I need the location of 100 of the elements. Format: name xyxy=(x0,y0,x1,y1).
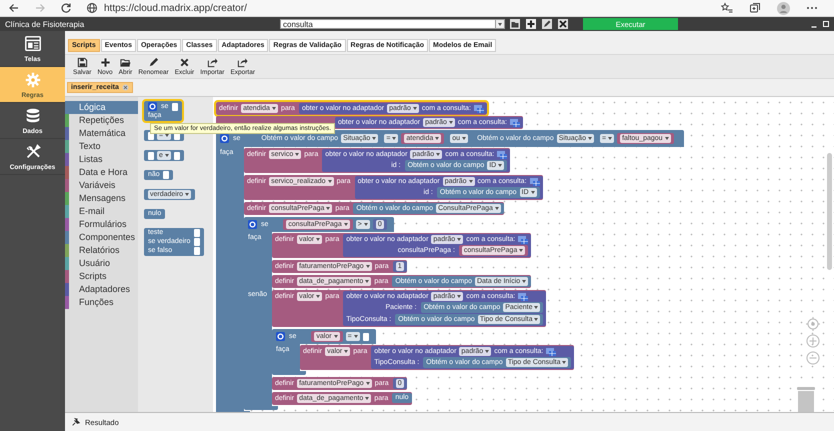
refresh-icon xyxy=(60,2,72,14)
caret-icon xyxy=(316,295,320,298)
caret-icon xyxy=(392,137,396,140)
caret-icon xyxy=(436,153,440,156)
caret-icon xyxy=(185,193,190,196)
category-item[interactable]: Texto xyxy=(65,140,138,153)
category-item[interactable]: Relatórios xyxy=(65,244,138,257)
if-block-footer xyxy=(272,371,306,375)
category-item[interactable]: Adaptadores xyxy=(65,283,138,296)
caret-icon xyxy=(462,137,466,140)
caret-icon xyxy=(485,350,490,353)
category-item[interactable]: Matemática xyxy=(65,127,138,140)
gear-icon xyxy=(24,70,42,88)
category-item[interactable]: Listas xyxy=(65,153,138,166)
zoom-in-icon xyxy=(806,334,820,348)
category-item[interactable]: Funções xyxy=(65,296,138,309)
empty-slot xyxy=(148,152,154,160)
close-icon xyxy=(122,84,129,91)
caret-icon xyxy=(316,238,320,241)
pencil-icon xyxy=(148,57,160,68)
trash-icon xyxy=(796,387,816,412)
caret-icon xyxy=(354,335,358,338)
recenter-icon xyxy=(806,317,820,331)
caret-icon xyxy=(562,361,566,364)
gear-icon xyxy=(248,220,257,229)
caret-icon xyxy=(457,238,462,241)
gear-icon xyxy=(220,134,229,143)
caret-icon xyxy=(664,137,669,140)
caret-icon xyxy=(164,154,169,157)
folder-icon xyxy=(120,57,131,68)
caret-icon xyxy=(366,382,370,385)
category-item[interactable]: Variáveis xyxy=(65,179,138,192)
category-item[interactable]: Formulários xyxy=(65,218,138,231)
save-icon xyxy=(76,57,88,68)
collections-icon xyxy=(749,2,761,14)
caret-icon xyxy=(365,280,370,283)
caret-icon xyxy=(344,223,348,226)
category-item[interactable]: Componentes xyxy=(65,231,138,244)
caret-icon xyxy=(412,107,417,110)
caret-icon xyxy=(498,164,502,167)
caret-icon xyxy=(468,180,472,183)
caret-icon xyxy=(344,350,348,353)
caret-icon xyxy=(366,265,370,268)
caret-icon xyxy=(295,153,300,156)
table-icon xyxy=(497,150,508,159)
caret-icon xyxy=(334,335,338,338)
caret-icon xyxy=(608,137,612,140)
category-item[interactable]: E-mail xyxy=(65,205,138,218)
share-icon xyxy=(237,57,248,68)
caret-icon xyxy=(372,137,376,140)
category-item[interactable]: Lógica xyxy=(65,101,138,114)
table-icon xyxy=(546,347,556,356)
empty-slot xyxy=(362,332,369,340)
forward-arrow-icon xyxy=(34,2,46,14)
globe-icon xyxy=(86,2,98,14)
table-icon xyxy=(510,118,520,127)
caret-icon xyxy=(522,280,526,283)
gear-icon xyxy=(276,332,285,341)
caret-icon xyxy=(326,207,330,210)
caret-icon xyxy=(498,22,502,26)
window-icon xyxy=(24,34,42,52)
close-icon xyxy=(178,57,190,68)
caret-icon xyxy=(530,191,535,194)
caret-icon xyxy=(272,107,276,110)
caret-icon xyxy=(364,223,368,226)
address-bar[interactable]: https://cloud.madrix.app/creator/ xyxy=(104,2,247,14)
profile-icon xyxy=(777,2,790,14)
table-icon xyxy=(518,292,528,301)
close-icon xyxy=(558,19,568,29)
caret-icon xyxy=(328,180,332,183)
script-select[interactable]: consulta xyxy=(280,19,505,29)
table-icon xyxy=(518,235,528,244)
gear-icon xyxy=(148,102,157,111)
scrollbar[interactable] xyxy=(827,153,832,270)
caret-icon xyxy=(494,207,499,210)
zoom-out-icon xyxy=(806,351,820,365)
category-item[interactable]: Mensagens xyxy=(65,192,138,205)
database-icon xyxy=(24,106,42,124)
empty-slot xyxy=(174,152,180,160)
maximize-icon xyxy=(822,20,830,28)
caret-icon xyxy=(519,249,524,252)
plus-icon xyxy=(100,57,111,68)
empty-slot xyxy=(172,102,178,110)
app-title: Clínica de Fisioterapia xyxy=(4,20,86,28)
table-icon xyxy=(474,104,484,113)
plus-icon xyxy=(526,19,536,29)
back-arrow-icon xyxy=(8,2,20,14)
category-item[interactable]: Usuário xyxy=(65,257,138,270)
empty-slot xyxy=(162,171,169,179)
share-icon xyxy=(206,57,218,68)
category-item[interactable]: Data e Hora xyxy=(65,166,138,179)
caret-icon xyxy=(365,397,370,400)
category-item[interactable]: Repetições xyxy=(65,114,138,127)
pin-icon xyxy=(71,417,81,427)
table-icon xyxy=(530,177,540,186)
caret-icon xyxy=(534,318,538,321)
caret-icon xyxy=(534,306,538,309)
caret-icon xyxy=(588,137,592,140)
category-item[interactable]: Scripts xyxy=(65,270,138,283)
caret-icon xyxy=(457,295,462,298)
